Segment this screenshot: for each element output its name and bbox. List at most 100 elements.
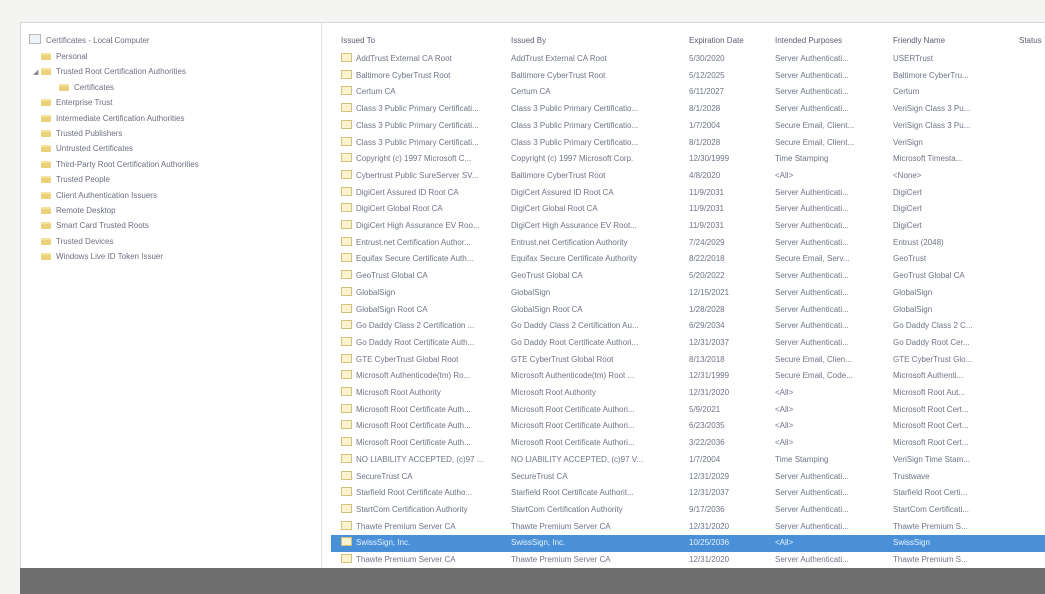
tree-item-label: Personal	[56, 52, 88, 61]
cell-text: Microsoft Authenti...	[893, 371, 964, 381]
table-row[interactable]: DigiCert High Assurance EV Roo... DigiCer…	[331, 218, 1045, 235]
tree-root-certificates-local-computer[interactable]: Certificates - Local Computer	[29, 33, 150, 49]
table-row[interactable]: Cybertrust Public SureServer SV... Baltim…	[331, 168, 1045, 185]
table-row[interactable]: Go Daddy Class 2 Certification ... Go Dad…	[331, 318, 1045, 335]
cell-text: GlobalSign	[356, 287, 396, 297]
tree-item[interactable]: Trusted People	[33, 172, 110, 188]
table-cell: 3/22/2036	[689, 435, 773, 451]
table-cell: Server Authenticati...	[775, 502, 891, 518]
table-row[interactable]: Certum CA Certum CA 6/11/2027 Server Authen…	[331, 84, 1045, 101]
cell-text: Microsoft Root Certificate Authori...	[511, 404, 635, 414]
table-row[interactable]: Copyright (c) 1997 Microsoft C... Copyrig…	[331, 151, 1045, 168]
table-row[interactable]: Baltimore CyberTrust Root Baltimore Cyber…	[331, 68, 1045, 85]
table-row[interactable]: Starfield Root Certificate Autho... Starf…	[331, 485, 1045, 502]
tree-item[interactable]: Third-Party Root Certification Authoriti…	[33, 157, 199, 173]
table-cell: DigiCert Global Root CA	[341, 201, 507, 217]
column-header[interactable]: Intended Purposes	[775, 33, 891, 49]
cell-text: AddTrust External CA Root	[511, 54, 607, 63]
table-row[interactable]: DigiCert Assured ID Root CA DigiCert Assu…	[331, 185, 1045, 202]
table-cell: GlobalSign	[341, 285, 507, 301]
column-header[interactable]: Issued By	[511, 33, 685, 49]
tree-item-label: Windows Live ID Token Issuer	[56, 252, 164, 262]
cell-text: 11/9/2031	[689, 221, 724, 230]
tree-item[interactable]: Untrusted Certificates	[33, 141, 133, 157]
certificate-icon	[341, 520, 352, 530]
table-row[interactable]: Class 3 Public Primary Certificati... Cla…	[331, 101, 1045, 118]
tree-item[interactable]: Personal	[33, 49, 88, 65]
tree-item[interactable]: Remote Desktop	[33, 203, 116, 219]
table-row[interactable]: Microsoft Authenticode(tm) Ro... Microsof…	[331, 368, 1045, 385]
tree-item[interactable]: ◢ Trusted Root Certification Authorities	[33, 64, 186, 80]
cell-text: Microsoft Root Aut...	[893, 388, 966, 397]
tree-item[interactable]: Trusted Publishers	[33, 126, 122, 142]
table-row[interactable]: StartCom Certification Authority StartCom…	[331, 502, 1045, 519]
table-row[interactable]: SwissSign, Inc. SwissSign, Inc. 10/25/2036…	[331, 535, 1045, 553]
cell-text: Go Daddy Root Certificate Authori...	[511, 337, 639, 347]
tree-item[interactable]: Intermediate Certification Authorities	[33, 111, 185, 127]
cell-text: Baltimore CyberTrust Root	[511, 170, 606, 180]
table-cell: Thawte Premium Server CA	[511, 519, 685, 535]
cell-text: Server Authenticati...	[775, 321, 849, 331]
cell-text: GlobalSign	[893, 304, 933, 314]
table-cell: 11/9/2031	[689, 218, 773, 234]
table-cell: GTE CyberTrust Glo...	[893, 352, 1013, 368]
cell-text: 10/25/2036	[689, 538, 730, 548]
cell-text: GlobalSign Root CA	[356, 304, 428, 314]
table-row[interactable]: GeoTrust Global CA GeoTrust Global CA 5/20…	[331, 268, 1045, 285]
table-row[interactable]: Thawte Premium Server CA Thawte Premium S…	[331, 552, 1045, 569]
table-row[interactable]: Microsoft Root Certificate Auth... Micros…	[331, 435, 1045, 452]
table-row[interactable]: Entrust.net Certification Author... Entru…	[331, 235, 1045, 252]
table-row[interactable]: DigiCert Global Root CA DigiCert Global R…	[331, 201, 1045, 218]
tree-item[interactable]: Certificates	[51, 80, 114, 96]
tree-item[interactable]: Client Authentication Issuers	[33, 188, 157, 204]
tree-item[interactable]: Enterprise Trust	[33, 95, 112, 111]
column-header[interactable]: Status	[1019, 33, 1045, 49]
cell-text: Server Authenticati...	[775, 104, 849, 114]
cell-text: StartCom Certificati...	[893, 504, 970, 514]
expand-arrow-down-icon[interactable]: ◢	[33, 65, 41, 81]
cell-text: Time Stamping	[775, 154, 829, 164]
cell-text: DigiCert Assured ID Root CA	[511, 187, 614, 197]
table-row[interactable]: Microsoft Root Authority Microsoft Root A…	[331, 385, 1045, 402]
taskbar	[20, 568, 1045, 594]
column-header[interactable]: Expiration Date	[689, 33, 773, 49]
tree-item[interactable]: Trusted Devices	[33, 234, 114, 250]
cell-text: 5/9/2021	[689, 404, 721, 414]
table-row[interactable]: NO LIABILITY ACCEPTED, (c)97 ... NO LIABI…	[331, 452, 1045, 469]
table-cell: 1/28/2028	[689, 302, 773, 318]
cell-text: Server Authenticati...	[775, 221, 849, 230]
table-row[interactable]: Equifax Secure Certificate Auth... Equifa…	[331, 251, 1045, 268]
tree-item[interactable]: Smart Card Trusted Roots	[33, 218, 149, 234]
table-row[interactable]: Go Daddy Root Certificate Auth... Go Dadd…	[331, 335, 1045, 352]
cell-text: GTE CyberTrust Global Root	[511, 354, 614, 364]
table-row[interactable]: GTE CyberTrust Global Root GTE CyberTrust…	[331, 352, 1045, 369]
tree-item-label: Remote Desktop	[56, 206, 116, 215]
table-row[interactable]: Microsoft Root Certificate Auth... Micros…	[331, 402, 1045, 419]
table-cell: Server Authenticati...	[775, 285, 891, 301]
tree-item-label: Trusted Devices	[56, 236, 114, 246]
table-row[interactable]: GlobalSign GlobalSign 12/15/2021 Server Aut…	[331, 285, 1045, 302]
table-row[interactable]: AddTrust External CA Root AddTrust Extern…	[331, 51, 1045, 68]
cell-text: DigiCert	[893, 221, 922, 230]
cell-text: 7/24/2029	[689, 237, 725, 247]
table-row[interactable]: Class 3 Public Primary Certificati... Cla…	[331, 135, 1045, 152]
table-cell: 12/31/2020	[689, 552, 773, 568]
table-row[interactable]: Thawte Premium Server CA Thawte Premium S…	[331, 519, 1045, 536]
table-cell: Secure Email, Client...	[775, 118, 891, 134]
cell-text: 12/31/1999	[689, 371, 730, 381]
table-cell: SwissSign, Inc.	[341, 535, 507, 551]
cell-text: 6/23/2035	[689, 421, 725, 431]
tree-item-label: Third-Party Root Certification Authoriti…	[56, 159, 199, 169]
tree-item[interactable]: Windows Live ID Token Issuer	[33, 249, 163, 265]
table-cell: Equifax Secure Certificate Authority	[511, 251, 685, 267]
table-row[interactable]: Microsoft Root Certificate Auth... Micros…	[331, 418, 1045, 435]
table-cell: Microsoft Root Authority	[511, 385, 685, 401]
table-row[interactable]: GlobalSign Root CA GlobalSign Root CA 1/28…	[331, 302, 1045, 319]
table-row[interactable]: Class 3 Public Primary Certificati... Cla…	[331, 118, 1045, 135]
cell-text: 1/28/2028	[689, 304, 725, 314]
column-header[interactable]: Friendly Name	[893, 33, 1013, 49]
table-cell: GlobalSign Root CA	[341, 302, 507, 318]
column-header[interactable]: Issued To	[341, 33, 507, 49]
table-row[interactable]: SecureTrust CA SecureTrust CA 12/31/2029 Se…	[331, 469, 1045, 486]
cell-text: VeriSign Class 3 Pu...	[893, 120, 971, 130]
